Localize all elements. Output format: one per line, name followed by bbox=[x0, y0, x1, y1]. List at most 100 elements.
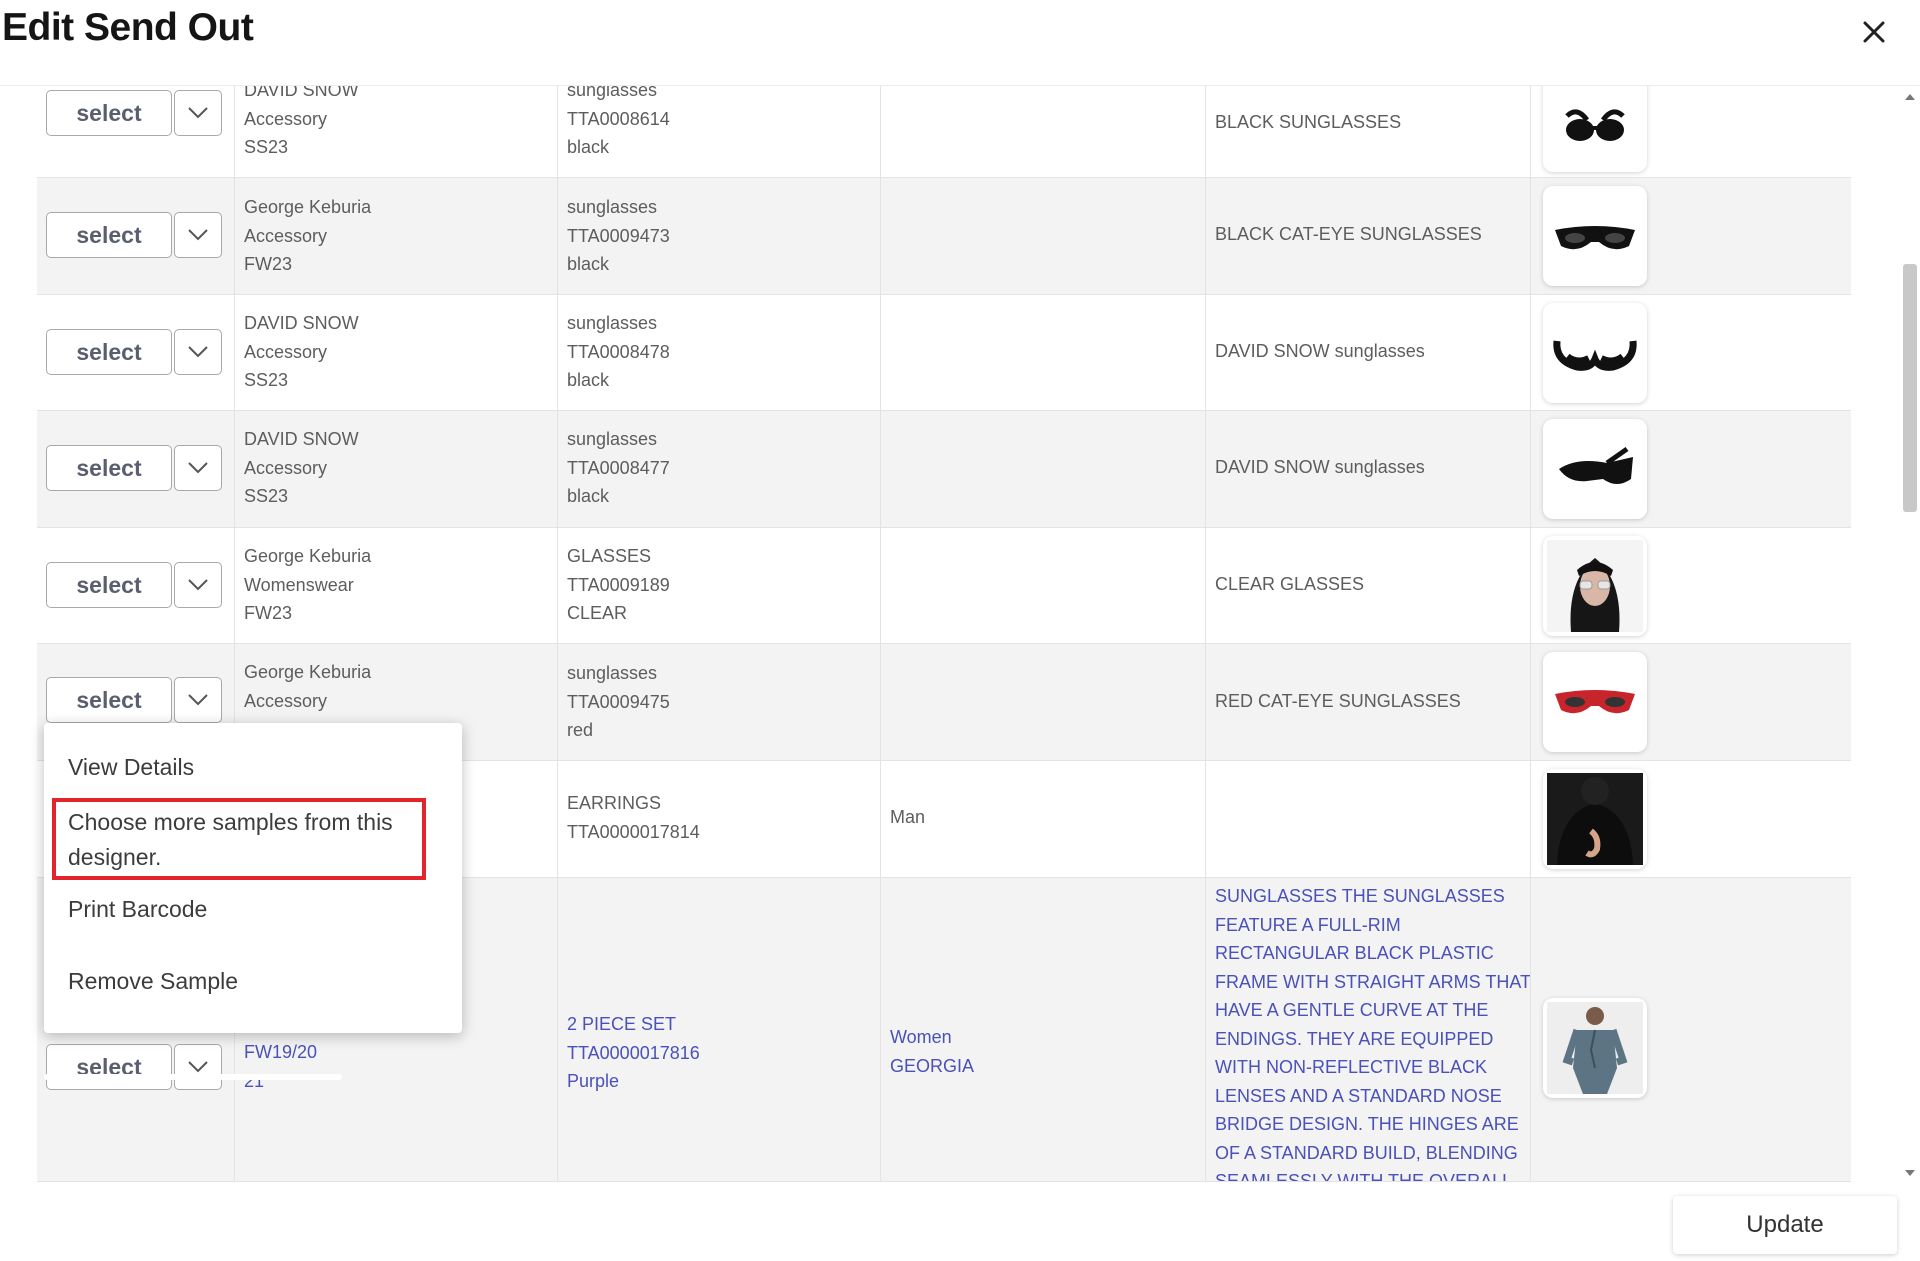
select-button[interactable]: select bbox=[46, 329, 172, 375]
select-button[interactable]: select bbox=[46, 212, 172, 258]
select-button[interactable]: select bbox=[46, 1044, 172, 1090]
item-type: sunglasses bbox=[567, 197, 658, 217]
dialog-footer: Update bbox=[0, 1182, 1920, 1261]
scroll-down-icon[interactable] bbox=[1905, 1170, 1915, 1176]
item-type: sunglasses bbox=[567, 86, 658, 100]
chevron-down-icon[interactable] bbox=[174, 212, 222, 258]
sku: TTA0000017816 bbox=[567, 1042, 700, 1063]
select-control: select bbox=[46, 1044, 222, 1090]
category: Accessory bbox=[244, 108, 328, 129]
highlight-box bbox=[52, 798, 426, 880]
item-type: sunglasses bbox=[567, 429, 658, 449]
menu-item-view-details[interactable]: View Details bbox=[68, 750, 194, 785]
category: Accessory bbox=[244, 225, 328, 246]
table-row: select DAVID SNOW Accessory SS23 sunglas… bbox=[37, 86, 1851, 178]
select-control: select bbox=[46, 677, 222, 723]
sku: TTA0008477 bbox=[567, 457, 670, 478]
item-description: SUNGLASSES THE SUNGLASSES FEATURE A FULL… bbox=[1215, 886, 1531, 1181]
item-region: GEORGIA bbox=[890, 1055, 975, 1076]
sku: TTA0000017814 bbox=[567, 821, 700, 842]
sku: TTA0009475 bbox=[567, 691, 670, 712]
item-type: 2 PIECE SET bbox=[567, 1014, 677, 1034]
table-row: select DAVID SNOW Accessory SS23 sunglas… bbox=[37, 295, 1851, 411]
season: SS23 bbox=[244, 486, 289, 506]
item-color: black bbox=[567, 137, 610, 157]
sku: TTA0008478 bbox=[567, 341, 670, 362]
season: FW19/20 bbox=[244, 1042, 318, 1062]
item-description: RED CAT-EYE SUNGLASSES bbox=[1215, 691, 1461, 711]
scrollbar-thumb[interactable] bbox=[1903, 264, 1917, 512]
menu-item-print-barcode[interactable]: Print Barcode bbox=[68, 892, 207, 927]
sample-thumbnail[interactable] bbox=[1543, 303, 1647, 403]
scroll-up-icon[interactable] bbox=[1905, 94, 1915, 100]
item-description: BLACK CAT-EYE SUNGLASSES bbox=[1215, 224, 1482, 244]
item-color: black bbox=[567, 370, 610, 390]
vertical-scrollbar[interactable] bbox=[1900, 86, 1920, 1182]
category: Accessory bbox=[244, 690, 328, 711]
select-control: select bbox=[46, 329, 222, 375]
sku: TTA0009189 bbox=[567, 574, 670, 595]
select-button[interactable]: select bbox=[46, 445, 172, 491]
designer-name: DAVID SNOW bbox=[244, 313, 359, 333]
item-color: black bbox=[567, 254, 610, 274]
select-control: select bbox=[46, 562, 222, 608]
sample-thumbnail[interactable] bbox=[1543, 186, 1647, 286]
item-type: EARRINGS bbox=[567, 793, 662, 813]
designer-name: DAVID SNOW bbox=[244, 429, 359, 449]
horizontal-scrollbar[interactable] bbox=[44, 1074, 342, 1080]
sample-thumbnail[interactable] bbox=[1543, 769, 1647, 869]
item-type: GLASSES bbox=[567, 546, 652, 566]
season: FW23 bbox=[244, 603, 293, 623]
chevron-down-icon[interactable] bbox=[174, 445, 222, 491]
designer-name: George Keburia bbox=[244, 546, 372, 566]
sample-thumbnail[interactable] bbox=[1543, 652, 1647, 752]
designer-name: DAVID SNOW bbox=[244, 86, 359, 100]
table-row: select George Keburia Accessory FW23 sun… bbox=[37, 178, 1851, 295]
item-description: DAVID SNOW sunglasses bbox=[1215, 341, 1425, 361]
sample-thumbnail[interactable] bbox=[1543, 419, 1647, 519]
sku: TTA0009473 bbox=[567, 225, 670, 246]
season: SS23 bbox=[244, 370, 289, 390]
chevron-down-icon[interactable] bbox=[174, 562, 222, 608]
designer-name: George Keburia bbox=[244, 662, 372, 682]
season-extra: 21 bbox=[244, 1070, 265, 1091]
item-description: DAVID SNOW sunglasses bbox=[1215, 457, 1425, 477]
table-row: select DAVID SNOW Accessory SS23 sunglas… bbox=[37, 411, 1851, 528]
menu-item-remove-sample[interactable]: Remove Sample bbox=[68, 964, 238, 999]
item-color: red bbox=[567, 720, 594, 740]
table-row: select George Keburia Womenswear FW23 GL… bbox=[37, 528, 1851, 644]
sample-thumbnail[interactable] bbox=[1543, 86, 1647, 172]
designer-name: George Keburia bbox=[244, 197, 372, 217]
item-color: Purple bbox=[567, 1071, 620, 1091]
chevron-down-icon[interactable] bbox=[174, 329, 222, 375]
dialog-title: Edit Send Out bbox=[2, 6, 254, 49]
category: Accessory bbox=[244, 341, 328, 362]
item-type: sunglasses bbox=[567, 663, 658, 683]
item-description: CLEAR GLASSES bbox=[1215, 574, 1365, 594]
dialog-header: Edit Send Out bbox=[0, 0, 1920, 86]
sample-thumbnail[interactable] bbox=[1543, 536, 1647, 636]
season: FW23 bbox=[244, 254, 293, 274]
chevron-down-icon[interactable] bbox=[174, 1044, 222, 1090]
item-gender: Women bbox=[890, 1027, 952, 1047]
sample-thumbnail[interactable] bbox=[1543, 998, 1647, 1098]
select-control: select bbox=[46, 212, 222, 258]
item-type: sunglasses bbox=[567, 313, 658, 333]
update-button[interactable]: Update bbox=[1673, 1196, 1897, 1254]
select-control: select bbox=[46, 90, 222, 136]
season: SS23 bbox=[244, 137, 289, 157]
category: Womenswear bbox=[244, 574, 354, 595]
select-button[interactable]: select bbox=[46, 562, 172, 608]
item-gender: Man bbox=[890, 807, 926, 827]
select-button[interactable]: select bbox=[46, 677, 172, 723]
sku: TTA0008614 bbox=[567, 108, 670, 129]
item-color: CLEAR bbox=[567, 603, 628, 623]
item-description: BLACK SUNGLASSES bbox=[1215, 112, 1402, 132]
row-context-menu: View Details Choose more samples from th… bbox=[44, 723, 462, 1033]
chevron-down-icon[interactable] bbox=[174, 677, 222, 723]
chevron-down-icon[interactable] bbox=[174, 90, 222, 136]
item-color: black bbox=[567, 486, 610, 506]
select-button[interactable]: select bbox=[46, 90, 172, 136]
select-control: select bbox=[46, 445, 222, 491]
close-icon[interactable] bbox=[1856, 14, 1892, 50]
